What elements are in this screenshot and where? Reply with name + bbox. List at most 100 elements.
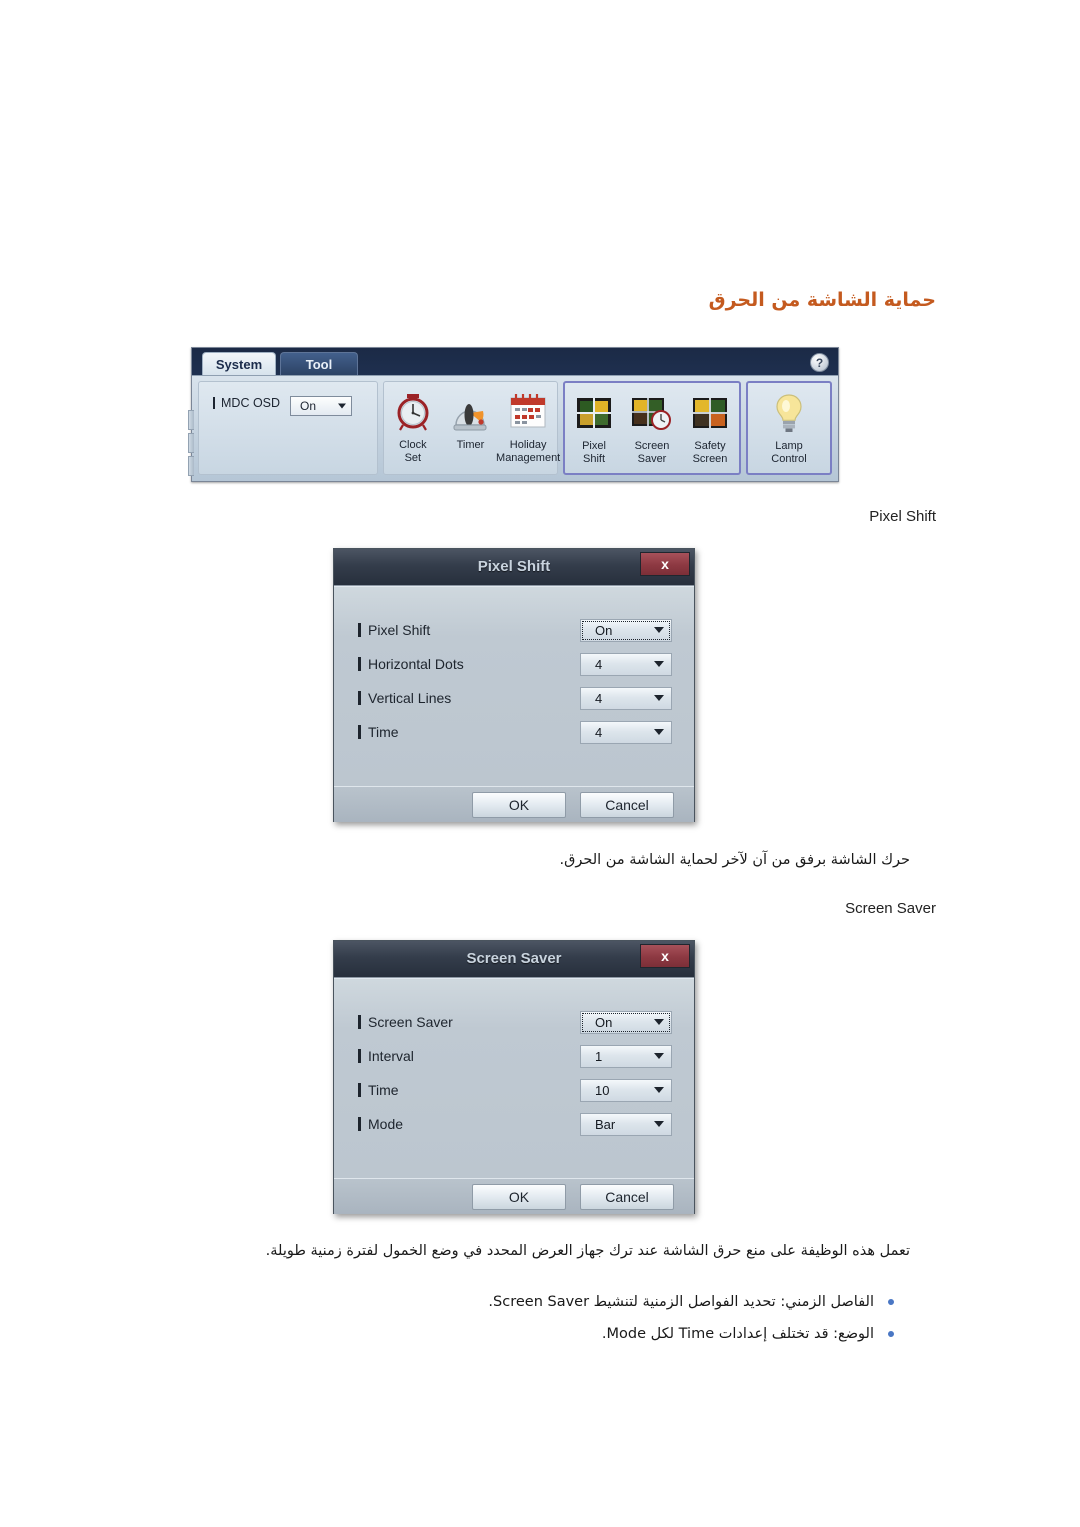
pixel-shift-dialog: Pixel Shift x Pixel Shift On Horizontal … — [333, 548, 695, 822]
bullet-tick-icon — [358, 1015, 361, 1029]
bullet-tick-icon — [358, 1049, 361, 1063]
page-title: حماية الشاشة من الحرق — [708, 289, 936, 311]
time-select[interactable]: 4 — [580, 720, 672, 744]
field-label: Screen Saver — [358, 1014, 453, 1030]
field-label: Mode — [358, 1116, 403, 1132]
ribbon-item-holiday-management[interactable]: Holiday Management — [496, 386, 560, 464]
pixel-shift-caption: حرك الشاشة برفق من آن لآخر لحماية الشاشة… — [559, 852, 910, 868]
ok-button[interactable]: OK — [472, 791, 566, 818]
dialog-footer: OK Cancel — [334, 1178, 694, 1214]
ribbon-item-clock-set[interactable]: Clock Set — [385, 386, 441, 464]
chevron-down-icon — [654, 1053, 664, 1059]
chevron-down-icon — [654, 1087, 664, 1093]
field-label: Time — [358, 1082, 399, 1098]
ribbon-item-label: Clock Set — [399, 439, 427, 464]
ribbon-item-lamp-control[interactable]: Lamp Control — [758, 387, 820, 465]
clock-icon — [393, 386, 433, 438]
field-label: Interval — [358, 1048, 414, 1064]
select-value: 10 — [595, 1082, 610, 1098]
field-row: Time 4 — [358, 715, 672, 749]
ribbon: MDC OSD On Clock Set Timer Holiday Manag… — [188, 375, 838, 481]
field-label-text: Pixel Shift — [368, 622, 431, 638]
pixel-shift-icon — [573, 387, 615, 439]
ribbon-item-label: Lamp Control — [771, 440, 807, 465]
ribbon-group-lamp: Lamp Control — [746, 381, 832, 475]
calendar-icon — [506, 386, 550, 438]
field-label: Time — [358, 724, 399, 740]
ribbon-item-timer[interactable]: Timer — [442, 386, 498, 452]
list-item: الفاصل الزمني: تحديد الفواصل الزمنية لتن… — [0, 1292, 900, 1312]
select-value: On — [595, 622, 613, 638]
interval-select[interactable]: 1 — [580, 1044, 672, 1068]
ribbon-group-osd: MDC OSD On — [198, 381, 378, 475]
close-icon[interactable]: x — [640, 552, 690, 576]
tab-system[interactable]: System — [202, 352, 276, 376]
select-value: On — [595, 1014, 613, 1030]
time-select[interactable]: 10 — [580, 1078, 672, 1102]
bullet-tick-icon — [358, 1083, 361, 1097]
chevron-down-icon — [654, 661, 664, 667]
bullet-tick-icon — [358, 623, 361, 637]
field-label-text: Horizontal Dots — [368, 656, 464, 672]
ribbon-item-label: Screen Saver — [634, 440, 670, 465]
ribbon-item-label: Safety Screen — [692, 440, 728, 465]
field-row: Vertical Lines 4 — [358, 681, 672, 715]
mdc-osd-label: MDC OSD — [213, 396, 280, 410]
screen-saver-icon — [629, 387, 675, 439]
select-value: 4 — [595, 690, 603, 706]
chevron-down-icon — [654, 695, 664, 701]
chevron-down-icon — [654, 1121, 664, 1127]
ribbon-item-safety-screen[interactable]: Safety Screen — [682, 387, 738, 465]
ribbon-item-pixel-shift[interactable]: Pixel Shift — [566, 387, 622, 465]
field-label-text: Mode — [368, 1116, 404, 1132]
section-label-screen-saver: Screen Saver — [845, 900, 936, 917]
screen-saver-select[interactable]: On — [580, 1010, 672, 1034]
select-value: Bar — [595, 1116, 616, 1132]
field-label-text: Screen Saver — [368, 1014, 453, 1030]
screen-saver-dialog: Screen Saver x Screen Saver On Interval … — [333, 940, 695, 1214]
field-label: Pixel Shift — [358, 622, 430, 638]
bullet-tick-icon — [358, 691, 361, 705]
timer-icon — [450, 386, 490, 438]
ribbon-item-label: Pixel Shift — [582, 440, 606, 465]
field-row: Time 10 — [358, 1073, 672, 1107]
ribbon-group-time: Clock Set Timer Holiday Management — [383, 381, 560, 475]
chevron-down-icon — [654, 627, 664, 633]
window-edge-tabs — [188, 410, 194, 480]
dialog-footer: OK Cancel — [334, 786, 694, 822]
ok-button[interactable]: OK — [472, 1183, 566, 1210]
vertical-lines-select[interactable]: 4 — [580, 686, 672, 710]
field-label-text: Interval — [368, 1048, 414, 1064]
bullet-tick-icon — [358, 657, 361, 671]
bullet-tick-icon — [358, 1117, 361, 1131]
select-value: 4 — [595, 724, 603, 740]
select-value: 1 — [595, 1048, 603, 1064]
dialog-body: Screen Saver On Interval 1 Time 10 Mode … — [334, 978, 694, 1178]
field-row: Interval 1 — [358, 1039, 672, 1073]
screen-saver-caption: تعمل هذه الوظيفة على منع حرق الشاشة عند … — [265, 1243, 910, 1259]
cancel-button[interactable]: Cancel — [580, 1183, 674, 1210]
mdc-osd-select[interactable]: On — [290, 396, 353, 416]
list-item: الوضع: قد تختلف إعدادات Time لكل Mode. — [0, 1324, 900, 1344]
close-icon[interactable]: x — [640, 944, 690, 968]
help-icon[interactable]: ? — [810, 353, 829, 372]
field-label-text: Time — [368, 1082, 399, 1098]
field-row: Pixel Shift On — [358, 613, 672, 647]
mode-select[interactable]: Bar — [580, 1112, 672, 1136]
tab-tool[interactable]: Tool — [280, 352, 358, 376]
ribbon-item-screen-saver[interactable]: Screen Saver — [624, 387, 680, 465]
notes-list: الفاصل الزمني: تحديد الفواصل الزمنية لتن… — [0, 1292, 900, 1356]
ribbon-item-label: Holiday Management — [496, 439, 561, 464]
chevron-down-icon — [654, 729, 664, 735]
dialog-title-bar: Screen Saver x — [334, 941, 694, 978]
dialog-title-bar: Pixel Shift x — [334, 549, 694, 586]
horizontal-dots-select[interactable]: 4 — [580, 652, 672, 676]
tab-bar: System Tool ? — [192, 348, 838, 376]
field-label-text: Vertical Lines — [368, 690, 452, 706]
field-row: Horizontal Dots 4 — [358, 647, 672, 681]
chevron-down-icon — [654, 1019, 664, 1025]
mdc-osd-label-text: MDC OSD — [221, 396, 281, 410]
cancel-button[interactable]: Cancel — [580, 791, 674, 818]
pixel-shift-select[interactable]: On — [580, 618, 672, 642]
section-label-pixel-shift: Pixel Shift — [869, 508, 936, 525]
